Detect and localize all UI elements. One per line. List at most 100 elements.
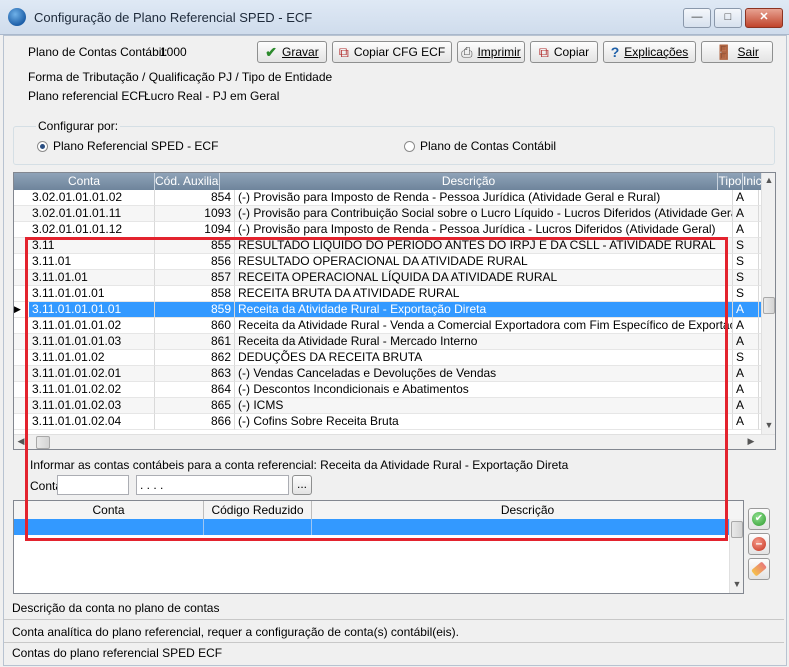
table-row[interactable]: 3.11.01.01.02.03865(-) ICMSA01/ <box>14 398 761 414</box>
radio-plano-referencial-sped-label[interactable]: Plano Referencial SPED - ECF <box>53 139 218 153</box>
col-descricao[interactable]: Descrição <box>220 173 718 190</box>
subgrid-cell-codigo[interactable] <box>204 519 312 535</box>
table-row[interactable]: 3.02.01.01.01.12 1094 (-) Provisão para Im… <box>14 222 761 238</box>
grid-horizontal-scrollbar[interactable]: ◀ ▶ <box>14 434 775 449</box>
table-cell-conta: 3.11.01.01.02.04 <box>29 414 155 430</box>
table-cell-descricao: (-) Provisão para Imposto de Renda - Pes… <box>235 190 733 206</box>
col-inicio[interactable]: Inic <box>743 173 761 190</box>
table-cell-descricao: RESULTADO LÍQUIDO DO PERÍODO ANTES DO IR… <box>235 238 733 254</box>
table-row[interactable]: 3.11.01.01.02 862 DEDUÇÕES DA RECEITA BRUT… <box>14 350 761 366</box>
grid-vertical-scrollbar[interactable]: ▲ ▼ <box>761 173 775 434</box>
row-indicator <box>14 334 29 350</box>
table-cell-tipo: A <box>733 318 759 334</box>
imprimir-button[interactable]: ⎙ Imprimir <box>457 41 525 63</box>
table-row[interactable]: 3.11 855 RESULTADO LÍQUIDO DO PERÍODO ANTE… <box>14 238 761 254</box>
radio-plano-referencial-sped[interactable] <box>37 141 48 152</box>
table-cell-cod-auxiliar: 865 <box>155 398 235 414</box>
copiar-button[interactable]: ⧉ Copiar <box>530 41 598 63</box>
grid-vscroll-thumb[interactable] <box>763 297 775 314</box>
subcol-codigo-reduzido[interactable]: Código Reduzido <box>204 501 312 519</box>
table-cell-descricao: (-) Provisão para Imposto de Renda - Pes… <box>235 222 733 238</box>
subgrid-vertical-scrollbar[interactable]: ▼ <box>729 519 743 593</box>
plano-contas-label: Plano de Contas Contábil: <box>28 45 168 59</box>
table-row[interactable]: ▶ 3.11.01.01.01.01 859 Receita da Atividade… <box>14 302 761 318</box>
table-row[interactable]: 3.02.01.01.01.02 854 (-) Provisão para Imp… <box>14 190 761 206</box>
table-cell-cod-auxiliar: 863 <box>155 366 235 382</box>
conta-lookup-button[interactable]: ... <box>292 475 312 495</box>
plano-referencial-value: Lucro Real - PJ em Geral <box>144 89 280 103</box>
confirm-button[interactable]: ✔ <box>748 508 770 530</box>
table-cell-cod-auxiliar: 855 <box>155 238 235 254</box>
plano-referencial-grid[interactable]: Conta Cód. Auxiliar Descrição Tipo Inic … <box>13 172 776 450</box>
contas-contabeis-grid[interactable]: Conta Código Reduzido Descrição ▼ <box>13 500 744 594</box>
table-row[interactable]: 3.11.01.01.01 858 RECEITA BRUTA DA ATIVIDA… <box>14 286 761 302</box>
row-indicator <box>14 398 29 414</box>
clear-button[interactable] <box>748 558 770 580</box>
scroll-up-arrow-icon[interactable]: ▲ <box>762 175 775 187</box>
subgrid-scroll-down-arrow-icon[interactable]: ▼ <box>730 579 743 591</box>
minimize-button[interactable]: — <box>683 8 711 28</box>
table-cell-descricao: Receita da Atividade Rural - Venda a Com… <box>235 318 733 334</box>
copy-icon: ⧉ <box>538 44 549 60</box>
table-cell-cod-auxiliar: 866 <box>155 414 235 430</box>
table-cell-descricao: (-) Descontos Incondicionais e Abatiment… <box>235 382 733 398</box>
close-button[interactable]: ✕ <box>745 8 783 28</box>
table-row[interactable]: 3.11.01.01 857 RECEITA OPERACIONAL LÍQUIDA… <box>14 270 761 286</box>
table-cell-tipo: A <box>733 334 759 350</box>
scroll-left-arrow-icon[interactable]: ◀ <box>16 436 26 448</box>
col-cod-auxiliar[interactable]: Cód. Auxiliar <box>155 173 220 190</box>
subcol-descricao[interactable]: Descrição <box>312 501 743 519</box>
gravar-button[interactable]: ✔ Gravar <box>257 41 327 63</box>
subgrid-vscroll-thumb[interactable] <box>731 521 743 538</box>
table-row[interactable]: 3.11.01.01.01.02 860 Receita da Atividade … <box>14 318 761 334</box>
table-cell-conta: 3.11.01 <box>29 254 155 270</box>
eraser-icon <box>751 561 767 577</box>
plano-contas-value: 1000 <box>160 45 187 59</box>
table-row[interactable]: 3.11.01.01.01.03 861 Receita da Atividade … <box>14 334 761 350</box>
conta-input[interactable] <box>57 475 129 495</box>
col-tipo[interactable]: Tipo <box>718 173 743 190</box>
maximize-button[interactable]: □ <box>714 8 742 28</box>
row-indicator <box>14 254 29 270</box>
scroll-right-arrow-icon[interactable]: ▶ <box>746 436 756 448</box>
table-row[interactable]: 3.11.01.01.02.01 863 (-) Vendas Canceladas… <box>14 366 761 382</box>
table-cell-tipo: A <box>733 398 759 414</box>
explicacoes-button[interactable]: ? Explicações <box>603 41 696 63</box>
subgrid-cell-descricao[interactable] <box>312 519 729 535</box>
subgrid-cell-conta[interactable] <box>14 519 204 535</box>
subgrid-row-new[interactable] <box>14 519 729 535</box>
informar-contas-text: Informar as contas contábeis para a cont… <box>30 458 569 472</box>
table-cell-cod-auxiliar: 861 <box>155 334 235 350</box>
remove-button[interactable]: – <box>748 533 770 555</box>
table-row[interactable]: 3.11.01.01.02.04 866 (-) Cofins Sobre Rece… <box>14 414 761 430</box>
table-cell-descricao: (-) ICMS <box>235 398 733 414</box>
conta-mask-input[interactable]: . . . . <box>136 475 289 495</box>
table-cell-conta: 3.11.01.01.01.03 <box>29 334 155 350</box>
table-row[interactable]: 3.11.01.01.02.02 864 (-) Descontos Incondi… <box>14 382 761 398</box>
subgrid-header: Conta Código Reduzido Descrição <box>14 501 743 520</box>
subcol-conta[interactable]: Conta <box>14 501 204 519</box>
grid-hscroll-thumb[interactable] <box>36 436 50 449</box>
copy-document-icon: ⧉ <box>338 44 349 60</box>
col-conta[interactable]: Conta <box>14 173 155 190</box>
radio-plano-contas-contabil[interactable] <box>404 141 415 152</box>
grid-header: Conta Cód. Auxiliar Descrição Tipo Inic <box>14 173 761 190</box>
table-row[interactable]: 3.11.01 856 RESULTADO OPERACIONAL DA ATIVI… <box>14 254 761 270</box>
sair-button[interactable]: 🚪 Sair <box>701 41 773 63</box>
row-indicator <box>14 286 29 302</box>
table-cell-descricao: RECEITA OPERACIONAL LÍQUIDA DA ATIVIDADE… <box>235 270 733 286</box>
row-indicator <box>14 270 29 286</box>
table-cell-conta: 3.11.01.01.02.03 <box>29 398 155 414</box>
table-cell-tipo: A <box>733 302 759 318</box>
table-cell-conta: 3.11.01.01 <box>29 270 155 286</box>
configurar-por-label: Configurar por: <box>36 119 121 133</box>
table-cell-cod-auxiliar: 862 <box>155 350 235 366</box>
table-row[interactable]: 3.02.01.01.01.11 1093 (-) Provisão para Co… <box>14 206 761 222</box>
table-cell-cod-auxiliar: 860 <box>155 318 235 334</box>
scroll-down-arrow-icon[interactable]: ▼ <box>762 420 775 432</box>
table-cell-tipo: S <box>733 350 759 366</box>
copiar-cfg-ecf-button[interactable]: ⧉ Copiar CFG ECF <box>332 41 452 63</box>
table-cell-descricao: (-) Provisão para Contribuição Social so… <box>235 206 733 222</box>
radio-plano-contas-contabil-label[interactable]: Plano de Contas Contábil <box>420 139 556 153</box>
table-cell-tipo: A <box>733 206 759 222</box>
